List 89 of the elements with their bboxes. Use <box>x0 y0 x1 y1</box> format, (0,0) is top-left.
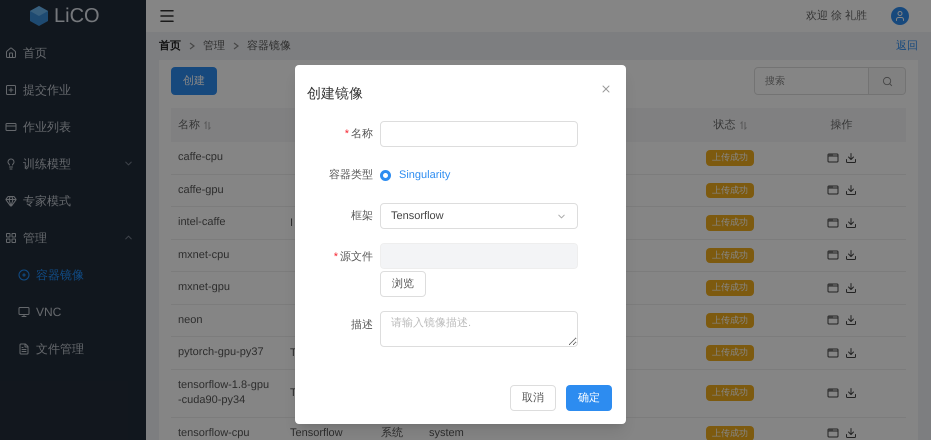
download-icon[interactable] <box>844 152 856 164</box>
window-icon[interactable] <box>826 387 838 399</box>
download-icon[interactable] <box>844 282 856 294</box>
table-cell-text: caffe-gpu <box>177 182 225 198</box>
window-icon[interactable] <box>826 216 838 229</box>
confirm-button[interactable]: 确定 <box>566 385 612 411</box>
table-cell-text: tensorflow-1.8-gpu -cuda90-py34 <box>177 378 270 408</box>
search-icon <box>882 76 892 86</box>
download-icon[interactable] <box>844 184 856 196</box>
download-icon[interactable] <box>844 216 856 229</box>
sidebar-item[interactable]: 管理 <box>0 219 146 256</box>
status-tag: 上传成功 <box>706 312 754 328</box>
document-icon <box>18 342 30 354</box>
description-field[interactable]: 请输入镜像描述. <box>380 311 578 347</box>
logo-icon <box>28 5 50 27</box>
status-tag: 上传成功 <box>706 215 754 230</box>
window-icon[interactable] <box>826 346 838 359</box>
column-header[interactable]: 状态 <box>714 116 736 134</box>
download-icon[interactable] <box>844 346 856 359</box>
sidebar-item[interactable]: 提交作业 <box>0 71 146 108</box>
cancel-button[interactable]: 取消 <box>510 385 556 411</box>
breadcrumb-link[interactable]: 首页 <box>159 38 181 54</box>
bulb-icon <box>5 158 17 170</box>
download-icon[interactable] <box>844 387 856 399</box>
status-tag: 上传成功 <box>706 385 754 401</box>
welcome-text: 欢迎 徐 礼胜 <box>806 8 867 24</box>
home-icon <box>5 46 17 58</box>
download-icon[interactable] <box>844 249 856 262</box>
close-icon[interactable] <box>600 83 612 95</box>
status-tag: 上传成功 <box>706 150 754 166</box>
status-tag: 上传成功 <box>706 248 754 263</box>
monitor-icon <box>18 306 30 318</box>
menu-icon[interactable] <box>158 7 176 25</box>
breadcrumb-link[interactable]: 容器镜像 <box>247 38 291 54</box>
grid-icon <box>5 232 17 244</box>
logo-text: LiCO <box>54 4 100 29</box>
card-icon <box>5 120 17 132</box>
sidebar-item[interactable]: 作业列表 <box>0 108 146 145</box>
status-tag: 上传成功 <box>706 280 754 296</box>
disc-icon <box>18 268 30 280</box>
window-icon[interactable] <box>826 184 838 196</box>
sidebar-item[interactable]: 容器镜像 <box>0 256 146 293</box>
table-cell: system <box>429 427 464 439</box>
table-cell: 系统 <box>381 427 403 439</box>
status-tag: 上传成功 <box>706 182 754 198</box>
field-label: 容器类型 <box>328 168 374 183</box>
table-cell: Tensorflow <box>290 427 343 439</box>
table-cell-text: intel-caffe <box>177 215 226 230</box>
radio-button[interactable] <box>380 170 391 180</box>
table-cell-text: mxnet-cpu <box>177 248 230 263</box>
window-icon[interactable] <box>826 249 838 262</box>
name-field[interactable] <box>380 121 578 147</box>
sidebar-item[interactable]: 训练模型 <box>0 145 146 182</box>
sidebar-item[interactable]: 文件管理 <box>0 330 146 367</box>
breadcrumb-link[interactable]: 管理 <box>203 38 225 54</box>
back-link[interactable]: 返回 <box>896 38 918 54</box>
field-label: 框架 <box>350 208 374 224</box>
chevron-right-icon <box>189 42 195 50</box>
radio-label[interactable]: Singularity <box>399 166 450 184</box>
table-cell-text: caffe-cpu <box>177 150 224 166</box>
column-header: 操作 <box>830 118 854 133</box>
table-cell-text: mxnet-gpu <box>177 280 231 296</box>
avatar[interactable] <box>891 7 909 25</box>
window-icon[interactable] <box>826 314 838 326</box>
table-cell-text: neon <box>177 312 204 328</box>
field-label: * 源文件 <box>332 250 374 265</box>
field-label: * 名称 <box>344 126 374 142</box>
field-label: 描述 <box>350 318 374 333</box>
dialog-title: 创建镜像 <box>307 84 363 102</box>
download-icon[interactable] <box>844 427 856 440</box>
search-field[interactable]: 搜索 <box>754 67 869 95</box>
download-icon[interactable] <box>844 314 856 326</box>
column-header[interactable]: 名称 <box>178 116 200 134</box>
window-icon[interactable] <box>826 427 838 440</box>
table-cell-text: tensorflow-cpu <box>177 426 251 440</box>
sidebar-item[interactable]: VNC <box>0 293 146 330</box>
status-tag: 上传成功 <box>706 426 754 440</box>
sidebar-item[interactable]: 专家模式 <box>0 182 146 219</box>
plus-square-icon <box>5 84 17 96</box>
chevron-right-icon <box>233 42 239 50</box>
table-cell: I <box>290 216 294 228</box>
gem-icon <box>5 194 17 206</box>
framework-select[interactable]: Tensorflow <box>380 203 578 229</box>
window-icon[interactable] <box>826 282 838 294</box>
sidebar-item[interactable]: 首页 <box>0 34 146 71</box>
create-button[interactable]: 创建 <box>171 67 217 95</box>
status-tag: 上传成功 <box>706 345 754 360</box>
table-cell-text: pytorch-gpu-py37 <box>177 345 265 360</box>
window-icon[interactable] <box>826 152 838 164</box>
